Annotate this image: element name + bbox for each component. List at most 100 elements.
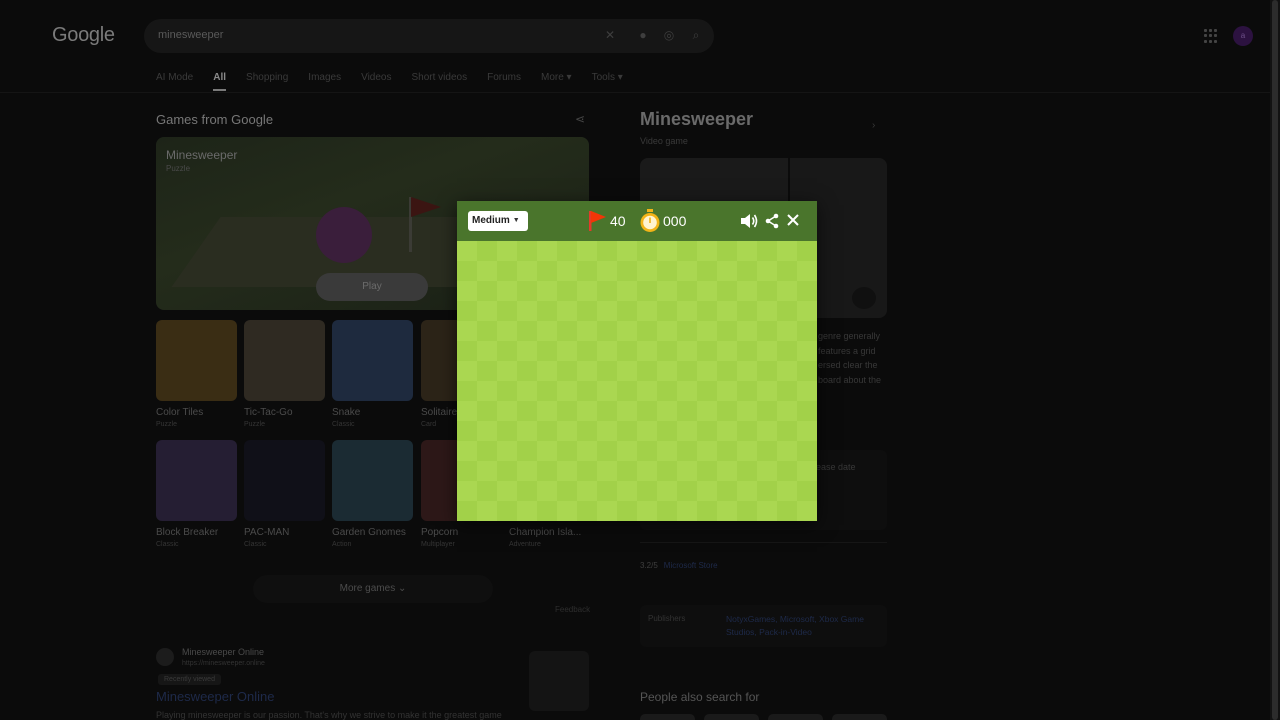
game-thumbnail[interactable] <box>156 440 237 521</box>
games-section-title: Games from Google <box>156 112 274 127</box>
tab-forums[interactable]: Forums <box>487 72 521 91</box>
game-tile[interactable]: Block Breaker Classic <box>156 440 237 548</box>
more-games-label: More games <box>339 583 396 594</box>
related-card[interactable] <box>640 714 695 720</box>
page: Google minesweeper ✕ ● ◎ ⌕ a AI Mode All… <box>0 0 1280 720</box>
flag-icon <box>589 211 606 231</box>
game-tile[interactable]: Color Tiles Puzzle <box>156 320 237 428</box>
search-bar[interactable]: minesweeper ✕ ● ◎ ⌕ <box>144 19 714 53</box>
game-name: Color Tiles <box>156 407 204 418</box>
related-card[interactable] <box>704 714 759 720</box>
hero-game-name: Minesweeper <box>166 148 238 162</box>
chevron-down-icon: ⌄ <box>397 583 407 594</box>
result-site-name[interactable]: Minesweeper Online <box>182 647 264 657</box>
play-button[interactable]: Play <box>316 273 428 301</box>
game-thumbnail[interactable] <box>332 440 413 521</box>
related-card[interactable] <box>832 714 887 720</box>
tab-ai-mode[interactable]: AI Mode <box>156 72 193 91</box>
difficulty-select[interactable]: Medium ▼ <box>468 211 528 231</box>
game-thumbnail[interactable] <box>244 320 325 401</box>
page-scrollbar[interactable] <box>1270 0 1280 720</box>
difficulty-value: Medium <box>472 215 510 226</box>
game-thumbnail[interactable] <box>156 320 237 401</box>
game-toolbar: Medium ▼ 40 000 <box>457 201 817 241</box>
game-name: Snake <box>332 407 361 418</box>
result-title-link[interactable]: Minesweeper Online <box>156 689 275 704</box>
game-name: Tic-Tac-Go <box>244 407 293 418</box>
hero-flag-art <box>411 197 441 217</box>
result-thumbnail[interactable] <box>529 651 589 711</box>
game-name: Popcorn <box>421 527 459 538</box>
related-card[interactable] <box>768 714 823 720</box>
mic-icon[interactable]: ● <box>636 28 650 42</box>
kp-title: Minesweeper <box>640 109 754 129</box>
game-category: Classic <box>156 541 179 548</box>
search-tabs: AI Mode All Shopping Images Videos Short… <box>156 72 643 91</box>
game-category: Puzzle <box>244 421 266 428</box>
tab-all[interactable]: All <box>213 72 227 91</box>
close-icon[interactable] <box>787 214 799 226</box>
rating-value: 3.2/5 <box>640 561 658 570</box>
feedback-link[interactable]: Feedback <box>555 605 590 614</box>
search-icon[interactable]: ⌕ <box>689 28 703 42</box>
apps-grid-icon[interactable] <box>1204 29 1218 43</box>
kp-subtitle: Video game <box>640 136 688 146</box>
minefield-board[interactable] <box>457 241 817 521</box>
game-category: Puzzle <box>156 421 178 428</box>
recently-viewed-badge: Recently viewed <box>158 674 221 685</box>
game-category: Multiplayer <box>421 541 455 548</box>
game-category: Classic <box>244 541 267 548</box>
tab-shopping[interactable]: Shopping <box>246 72 288 91</box>
scrollbar-thumb[interactable] <box>1272 0 1278 720</box>
game-thumbnail[interactable] <box>244 440 325 521</box>
search-input[interactable]: minesweeper <box>158 29 223 41</box>
timer-counter: 000 <box>663 213 687 229</box>
rating-source-link[interactable]: Microsoft Store <box>664 561 718 570</box>
stopwatch-icon <box>640 209 660 232</box>
volume-icon[interactable] <box>740 213 758 229</box>
people-also-search-heading: People also search for <box>640 690 760 704</box>
avatar[interactable]: a <box>1233 26 1253 46</box>
share-icon[interactable] <box>765 213 779 229</box>
kp-description: genre generally features a grid ersed cl… <box>818 331 882 385</box>
more-games-button[interactable]: More games ⌄ <box>253 575 493 603</box>
game-name: Block Breaker <box>156 527 219 538</box>
minesweeper-game: Medium ▼ 40 000 <box>457 201 817 521</box>
lens-icon[interactable]: ◎ <box>662 28 676 42</box>
result-url[interactable]: https://minesweeper.online <box>182 660 265 667</box>
game-category: Action <box>332 541 352 548</box>
flag-counter: 40 <box>610 213 626 229</box>
game-category: Classic <box>332 421 355 428</box>
tab-images[interactable]: Images <box>308 72 341 91</box>
more-images-icon[interactable] <box>852 287 876 309</box>
kp-rating: 3.2/5 Microsoft Store <box>640 561 718 570</box>
caret-down-icon: ▼ <box>512 217 520 224</box>
game-tile[interactable]: Tic-Tac-Go Puzzle <box>244 320 325 428</box>
game-name: Garden Gnomes <box>332 527 406 538</box>
game-name: Champion Isla... <box>509 527 582 538</box>
publishers-label: Publishers <box>648 614 686 623</box>
publishers-links[interactable]: NotyxGames, Microsoft, Xbox Game Studios… <box>726 613 886 639</box>
site-favicon <box>156 648 174 666</box>
hero-game-category: Puzzle <box>166 164 191 173</box>
game-tile[interactable]: Snake Classic <box>332 320 413 428</box>
game-category: Adventure <box>509 541 541 548</box>
kp-share-icon[interactable]: › <box>872 120 875 131</box>
game-tile[interactable]: PAC-MAN Classic <box>244 440 325 548</box>
tab-videos[interactable]: Videos <box>361 72 391 91</box>
tab-more[interactable]: More ▾ <box>541 72 572 91</box>
tab-short-videos[interactable]: Short videos <box>412 72 468 91</box>
kp-publishers-box: Publishers NotyxGames, Microsoft, Xbox G… <box>640 605 887 647</box>
tab-tools[interactable]: Tools ▾ <box>592 72 623 91</box>
header-divider <box>0 92 1270 93</box>
game-tile[interactable]: Garden Gnomes Action <box>332 440 413 548</box>
release-date-label: ease date <box>816 462 856 472</box>
hero-creature-art <box>316 207 372 263</box>
result-snippet: Playing minesweeper is our passion. That… <box>156 710 502 720</box>
share-icon[interactable]: ⋖ <box>575 112 585 126</box>
google-logo[interactable]: Google <box>52 24 115 47</box>
game-thumbnail[interactable] <box>332 320 413 401</box>
clear-icon[interactable]: ✕ <box>603 28 617 42</box>
kp-divider <box>640 542 887 543</box>
game-name: PAC-MAN <box>244 527 290 538</box>
